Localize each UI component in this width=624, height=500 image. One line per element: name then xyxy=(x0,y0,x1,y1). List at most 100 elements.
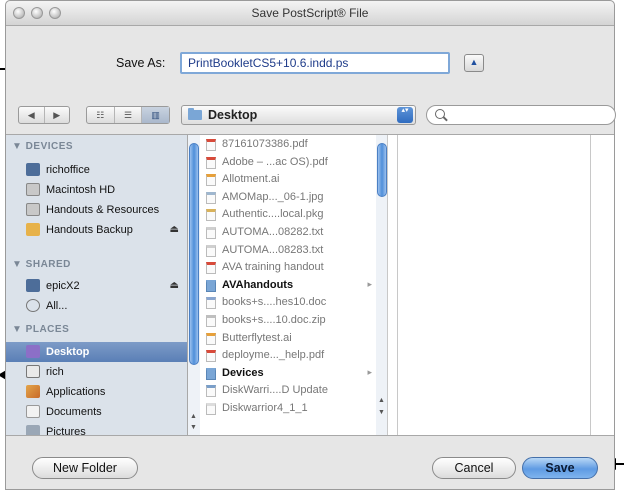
zip-file-icon xyxy=(206,315,216,327)
sidebar-item-label: Macintosh HD xyxy=(46,184,116,196)
file-item[interactable]: AVA training handout xyxy=(202,260,374,276)
file-item[interactable]: Adobe – ...ac OS).pdf xyxy=(202,155,374,171)
sidebar-item-pictures[interactable]: Pictures xyxy=(6,422,187,435)
file-item[interactable]: AUTOMA...08283.txt xyxy=(202,243,374,259)
scroll-up-arrow-icon[interactable]: ▲ xyxy=(190,413,197,420)
doc-file-icon xyxy=(206,297,216,310)
txt-file-icon xyxy=(206,244,216,257)
list-view-icon[interactable]: ☰ xyxy=(115,107,143,123)
sidebar-item-label: Handouts Backup xyxy=(46,224,133,236)
window-title: Save PostScript® File xyxy=(251,6,369,20)
file-item[interactable]: 87161073386.pdf xyxy=(202,137,374,153)
view-mode-control: ☷ ☰ ▥ xyxy=(86,106,170,124)
file-column: ▲ ▼ 87161073386.pdf Adobe – ...ac OS).pdf… xyxy=(188,135,388,435)
save-as-input[interactable] xyxy=(180,52,450,74)
sidebar-item-documents[interactable]: Documents xyxy=(6,402,187,422)
file-item[interactable]: Authentic....local.pkg xyxy=(202,207,374,223)
file-item[interactable]: deployme..._help.pdf xyxy=(202,348,374,364)
file-name: 87161073386.pdf xyxy=(222,138,308,150)
search-field[interactable] xyxy=(426,105,616,125)
file-name: books+s....hes10.doc xyxy=(222,296,327,309)
sidebar: ▼ DEVICES richoffice Macintosh HD Handou… xyxy=(6,135,188,435)
sidebar-item-label: Documents xyxy=(46,406,102,418)
file-column-left-scrollbar[interactable]: ▲ ▼ xyxy=(188,135,200,435)
file-item[interactable]: books+s....10.doc.zip xyxy=(202,313,374,329)
eject-icon[interactable]: ⏏ xyxy=(170,224,179,235)
pdf-file-icon xyxy=(206,262,216,275)
scroll-down-arrow-icon[interactable]: ▼ xyxy=(378,409,385,416)
sidebar-item-label: Pictures xyxy=(46,426,86,435)
next-column xyxy=(590,135,614,435)
file-name: AVAhandouts xyxy=(222,278,294,291)
file-name: AMOMap..._06-1.jpg xyxy=(222,190,324,203)
file-item[interactable]: Butterflytest.ai xyxy=(202,331,374,347)
file-item[interactable]: books+s....hes10.doc xyxy=(202,295,374,311)
new-folder-button[interactable]: New Folder xyxy=(32,457,138,479)
sidebar-header-places: ▼ PLACES xyxy=(12,324,70,335)
computer-icon xyxy=(26,163,40,176)
home-icon xyxy=(26,365,40,378)
save-button[interactable]: Save xyxy=(522,457,598,479)
folder-item[interactable]: AVAhandouts ▸ xyxy=(202,278,374,294)
icon-view-icon[interactable]: ☷ xyxy=(87,107,115,123)
file-column-right-scrollbar[interactable]: ▲ ▼ xyxy=(376,135,387,435)
sidebar-header-devices: ▼ DEVICES xyxy=(12,141,74,152)
eject-icon[interactable]: ⏏ xyxy=(170,280,179,291)
file-name: Diskwarrior4_1_1 xyxy=(222,402,308,414)
hard-drive-icon xyxy=(26,183,40,196)
empty-column xyxy=(388,135,398,435)
pkg-file-icon xyxy=(206,209,216,222)
browser-toolbar: ◀ ▶ ☷ ☰ ▥ Desktop ▴▾ xyxy=(6,104,616,130)
location-popup[interactable]: Desktop ▴▾ xyxy=(181,105,416,125)
save-as-label: Save As: xyxy=(116,56,166,70)
file-file-icon xyxy=(206,403,216,415)
search-icon xyxy=(435,109,445,119)
scroll-up-arrow-icon[interactable]: ▲ xyxy=(378,397,385,404)
sidebar-item-all[interactable]: All... xyxy=(6,296,187,316)
file-browser: ▼ DEVICES richoffice Macintosh HD Handou… xyxy=(6,134,614,436)
save-dialog: Save PostScript® File Save As: ▲ ◀ ▶ ☷ ☰… xyxy=(5,0,616,490)
folder-item[interactable]: Devices ▸ xyxy=(202,366,374,382)
file-name: AVA training handout xyxy=(222,261,324,274)
forward-arrow-icon[interactable]: ▶ xyxy=(45,107,70,123)
back-arrow-icon[interactable]: ◀ xyxy=(19,107,45,123)
sidebar-item-rich[interactable]: rich xyxy=(6,362,187,382)
sidebar-item-handouts-backup[interactable]: Handouts Backup ⏏ xyxy=(6,220,187,240)
file-name: Butterflytest.ai xyxy=(222,331,292,344)
scroll-down-arrow-icon[interactable]: ▼ xyxy=(190,424,197,431)
pictures-icon xyxy=(26,425,40,435)
file-item[interactable]: DiskWarri....D Update xyxy=(202,383,374,399)
sidebar-item-epicx2[interactable]: epicX2 ⏏ xyxy=(6,276,187,296)
pdf-file-icon xyxy=(206,156,216,169)
file-item[interactable]: AUTOMA...08282.txt xyxy=(202,225,374,241)
callout-arrow-save xyxy=(606,458,624,470)
sidebar-header-shared: ▼ SHARED xyxy=(12,259,71,270)
expand-dialog-button[interactable]: ▲ xyxy=(464,54,484,72)
file-item[interactable]: AMOMap..._06-1.jpg xyxy=(202,190,374,206)
file-item[interactable]: Allotment.ai xyxy=(202,172,374,188)
sidebar-item-macintosh-hd[interactable]: Macintosh HD xyxy=(6,180,187,200)
folder-icon xyxy=(188,108,202,120)
title-bar: Save PostScript® File xyxy=(6,1,614,26)
save-as-row: Save As: ▲ xyxy=(6,51,614,77)
file-name: books+s....10.doc.zip xyxy=(222,314,326,326)
sidebar-item-desktop[interactable]: Desktop xyxy=(6,342,187,362)
folder-file-icon xyxy=(206,279,216,292)
popup-arrows-icon: ▴▾ xyxy=(397,107,413,123)
chevron-right-icon: ▸ xyxy=(367,366,372,377)
scrollbar-thumb[interactable] xyxy=(377,143,387,197)
cancel-button[interactable]: Cancel xyxy=(432,457,516,479)
file-item[interactable]: Diskwarrior4_1_1 xyxy=(202,401,374,417)
file-name: AUTOMA...08283.txt xyxy=(222,243,324,256)
search-input[interactable] xyxy=(449,108,603,124)
sidebar-item-handouts-resources[interactable]: Handouts & Resources xyxy=(6,200,187,220)
sidebar-item-applications[interactable]: Applications xyxy=(6,382,187,402)
documents-icon xyxy=(26,405,40,418)
file-name: Adobe – ...ac OS).pdf xyxy=(222,155,328,168)
ai-file-icon xyxy=(206,174,216,187)
sidebar-item-richoffice[interactable]: richoffice xyxy=(6,160,187,180)
file-name: DiskWarri....D Update xyxy=(222,384,328,397)
scrollbar-thumb[interactable] xyxy=(189,143,199,365)
column-view-icon[interactable]: ▥ xyxy=(142,107,170,123)
sidebar-item-label: Desktop xyxy=(46,346,90,358)
